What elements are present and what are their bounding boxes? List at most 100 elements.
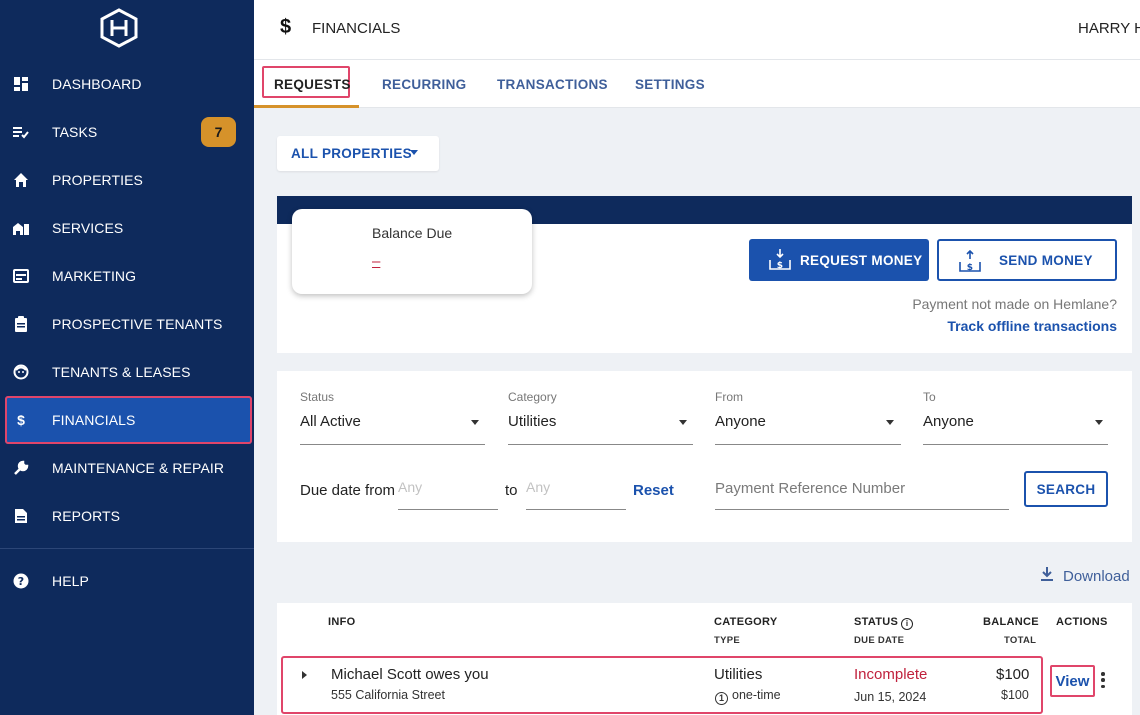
tab-requests[interactable]: REQUESTS — [274, 60, 351, 108]
search-button[interactable]: SEARCH — [1024, 471, 1108, 507]
due-date-from-input[interactable]: Any — [398, 479, 422, 495]
dollar-icon: $ — [280, 16, 292, 38]
request-money-label: REQUEST MONEY — [800, 252, 923, 268]
status-filter-label: Status — [300, 390, 335, 404]
request-status: Incomplete — [854, 666, 928, 683]
caret-down-icon[interactable] — [1095, 420, 1103, 425]
caret-down-icon[interactable] — [679, 420, 687, 425]
sidebar-item-label: MAINTENANCE & REPAIR — [52, 460, 225, 476]
request-money-icon: $ — [767, 248, 793, 272]
from-filter-label: From — [715, 390, 743, 404]
from-filter[interactable]: Anyone — [715, 413, 766, 430]
download-label: Download — [1063, 567, 1130, 585]
due-from-underline — [398, 509, 498, 510]
column-header-total: TOTAL — [1004, 635, 1037, 646]
sidebar-item-tenants-leases[interactable]: TENANTS & LEASES — [0, 348, 254, 396]
sidebar-item-label: TASKS — [52, 124, 98, 140]
column-header-status-label: STATUS — [854, 616, 899, 628]
caret-down-icon — [410, 150, 418, 155]
sidebar-item-services[interactable]: SERVICES — [0, 204, 254, 252]
to-filter-underline — [923, 444, 1108, 445]
user-menu[interactable]: HARRY HO — [1078, 20, 1140, 37]
hemlane-logo[interactable] — [98, 8, 140, 48]
column-header-status: STATUS i — [854, 616, 914, 630]
sidebar-item-financials[interactable]: $ FINANCIALS — [5, 396, 252, 444]
sidebar-item-dashboard[interactable]: DASHBOARD — [0, 60, 254, 108]
dashboard-icon — [12, 75, 30, 93]
tasks-icon — [12, 123, 30, 141]
help-icon: ? — [12, 572, 30, 590]
property-select[interactable]: ALL PROPERTIES — [277, 136, 439, 171]
track-offline-link[interactable]: Track offline transactions — [947, 318, 1117, 334]
request-money-button[interactable]: $ REQUEST MONEY — [749, 239, 929, 281]
more-options-icon[interactable] — [1101, 672, 1105, 688]
category-filter-label: Category — [508, 390, 557, 404]
document-icon — [12, 507, 30, 525]
financials-tabs: REQUESTS RECURRING TRANSACTIONS SETTINGS — [254, 60, 1140, 108]
request-category: Utilities — [714, 666, 763, 683]
sidebar-item-prospective-tenants[interactable]: PROSPECTIVE TENANTS — [0, 300, 254, 348]
filters-panel: Status All Active Category Utilities Fro… — [277, 371, 1132, 542]
home-icon — [12, 171, 30, 189]
column-header-balance: BALANCE — [983, 616, 1039, 628]
send-money-button[interactable]: $ SEND MONEY — [937, 239, 1117, 281]
clipboard-icon — [12, 315, 30, 333]
request-due-date: Jun 15, 2024 — [854, 690, 927, 704]
category-filter-underline — [508, 444, 693, 445]
column-header-type: TYPE — [714, 635, 741, 646]
recurrence-icon: 1 — [715, 692, 728, 705]
request-address: 555 California Street — [331, 688, 445, 702]
due-date-label: Due date from — [300, 482, 396, 499]
sidebar-item-properties[interactable]: PROPERTIES — [0, 156, 254, 204]
payment-reference-input[interactable]: Payment Reference Number — [715, 480, 905, 497]
view-button[interactable]: View — [1050, 665, 1095, 697]
column-header-actions: ACTIONS — [1056, 616, 1108, 628]
balance-due-value[interactable]: – — [372, 253, 380, 270]
caret-down-icon[interactable] — [886, 420, 894, 425]
svg-text:$: $ — [777, 261, 784, 271]
sidebar-item-reports[interactable]: REPORTS — [0, 492, 254, 540]
send-money-label: SEND MONEY — [999, 252, 1093, 268]
sidebar-item-label: SERVICES — [52, 220, 124, 236]
request-title: Michael Scott owes you — [331, 666, 489, 683]
reset-link[interactable]: Reset — [633, 482, 674, 499]
property-select-label: ALL PROPERTIES — [291, 146, 412, 161]
status-filter-underline — [300, 444, 485, 445]
download-button[interactable]: Download — [1040, 566, 1130, 586]
sidebar-item-help[interactable]: ? HELP — [0, 557, 254, 605]
request-total: $100 — [1001, 688, 1029, 702]
tab-settings[interactable]: SETTINGS — [635, 60, 705, 108]
column-header-info: INFO — [328, 616, 356, 628]
status-filter[interactable]: All Active — [300, 413, 361, 430]
top-bar: $ FINANCIALS HARRY HO — [254, 0, 1140, 60]
to-filter[interactable]: Anyone — [923, 413, 974, 430]
request-type-label: one-time — [732, 688, 781, 702]
dollar-icon: $ — [17, 412, 25, 428]
info-icon[interactable]: i — [901, 618, 914, 630]
balance-section: Balance Due – $ REQUEST MONEY $ SEND MON… — [277, 196, 1132, 353]
from-filter-underline — [715, 444, 901, 445]
sidebar-item-tasks[interactable]: TASKS 7 — [0, 108, 254, 156]
to-filter-label: To — [923, 390, 936, 404]
expand-row-icon[interactable] — [302, 671, 307, 679]
sidebar-item-label: PROPERTIES — [52, 172, 143, 188]
svg-text:$: $ — [967, 263, 974, 273]
due-date-to-label: to — [505, 482, 518, 499]
column-header-due-date: DUE DATE — [854, 635, 905, 646]
sidebar-item-marketing[interactable]: MARKETING — [0, 252, 254, 300]
caret-down-icon[interactable] — [471, 420, 479, 425]
due-to-underline — [526, 509, 626, 510]
category-filter[interactable]: Utilities — [508, 413, 556, 430]
request-balance: $100 — [996, 666, 1030, 683]
sidebar-divider — [0, 548, 254, 549]
tab-transactions[interactable]: TRANSACTIONS — [497, 60, 608, 108]
due-date-to-input[interactable]: Any — [526, 479, 550, 495]
table-row[interactable] — [281, 656, 1043, 714]
marketing-icon — [12, 267, 30, 285]
sidebar-item-label: REPORTS — [52, 508, 121, 524]
sidebar-item-label: PROSPECTIVE TENANTS — [52, 316, 223, 332]
sidebar-item-label: FINANCIALS — [52, 412, 136, 428]
tab-recurring[interactable]: RECURRING — [382, 60, 466, 108]
send-money-icon: $ — [957, 249, 983, 274]
sidebar-item-maintenance[interactable]: MAINTENANCE & REPAIR — [0, 444, 254, 492]
